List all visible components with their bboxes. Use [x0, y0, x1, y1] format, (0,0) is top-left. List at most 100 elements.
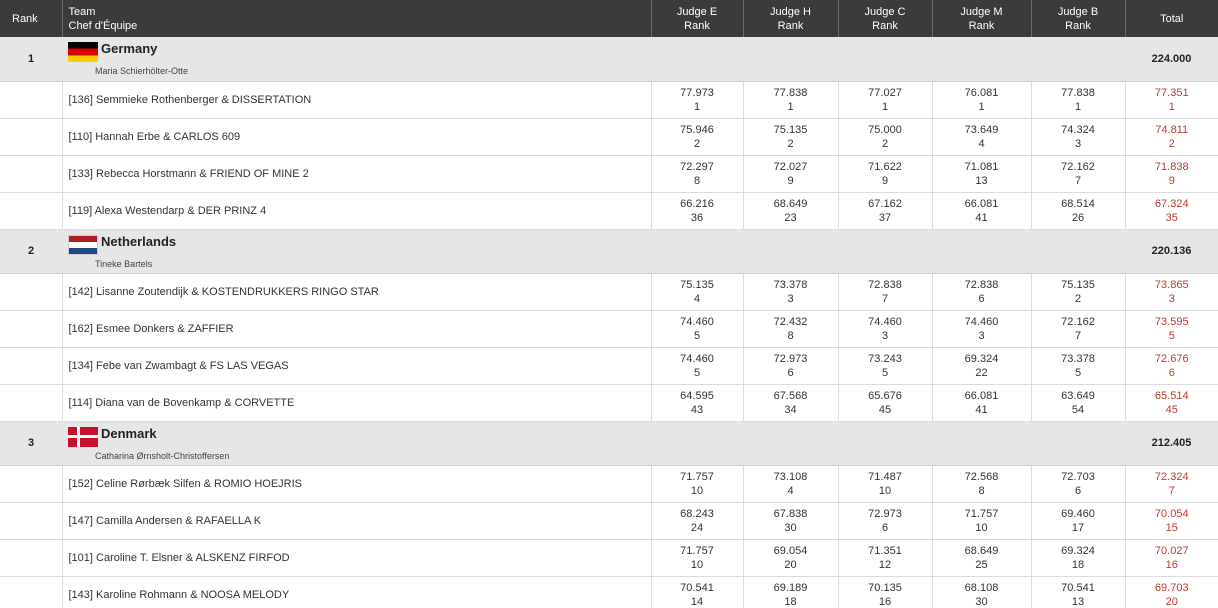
rider-row[interactable]: [152] Celine Rørbæk Silfen & ROMIO HOEJR…	[0, 465, 1218, 503]
header-judge-b-label: Judge B	[1057, 5, 1099, 18]
rider-row[interactable]: [134] Febe van Zwambagt & FS LAS VEGAS 74…	[0, 347, 1218, 385]
judge-rank: 36	[690, 211, 704, 224]
judge-rank: 8	[693, 174, 701, 187]
header-chef-label: Chef d'Équipe	[68, 19, 138, 32]
judge-score: 74.460	[964, 315, 999, 328]
rider-total-cell: 70.027 16	[1125, 539, 1218, 577]
results-body: 1 Germany Maria Schierhölter-Otte 224.000 [1…	[0, 37, 1218, 608]
judge-rank: 10	[690, 484, 704, 497]
header-judge-b[interactable]: Judge B Rank	[1031, 0, 1126, 37]
rider-total-score: 69.703	[1154, 581, 1189, 594]
team-country[interactable]: Denmark	[101, 426, 157, 442]
judge-score: 71.622	[868, 160, 902, 173]
judge-score-cell: 64.595 43	[651, 384, 744, 422]
rider-name[interactable]: [134] Febe van Zwambagt & FS LAS VEGAS	[62, 347, 652, 385]
team-chef: Maria Schierhölter-Otte	[95, 66, 189, 77]
judge-rank: 5	[881, 366, 889, 379]
rider-name[interactable]: [101] Caroline T. Elsner & ALSKENZ FIRFO…	[62, 539, 652, 577]
judge-score-cell: 70.135 16	[838, 576, 933, 608]
rider-row[interactable]: [119] Alexa Westendarp & DER PRINZ 4 66.2…	[0, 192, 1218, 230]
rider-row[interactable]: [162] Esmee Donkers & ZAFFIER 74.460 5 72.4…	[0, 310, 1218, 348]
header-judge-h-label: Judge H	[770, 5, 811, 18]
rider-total-cell: 70.054 15	[1125, 502, 1218, 540]
rider-total-rank: 9	[1168, 174, 1175, 187]
judge-rank: 9	[787, 174, 794, 187]
header-judge-c[interactable]: Judge C Rank	[838, 0, 933, 37]
team-row[interactable]: 1 Germany Maria Schierhölter-Otte 224.000	[0, 37, 1218, 82]
judge-score-cell: 72.838 7	[838, 273, 933, 311]
judge-score-cell: 68.649 23	[743, 192, 839, 230]
rider-name[interactable]: [133] Rebecca Horstmann & FRIEND OF MINE…	[62, 155, 652, 193]
judge-score: 72.838	[964, 278, 999, 291]
judge-score: 75.135	[773, 123, 808, 136]
judge-score: 74.324	[1061, 123, 1095, 136]
judge-score: 73.243	[868, 352, 902, 365]
rider-name[interactable]: [143] Karoline Rohmann & NOOSA MELODY	[62, 576, 652, 608]
rider-row[interactable]: [143] Karoline Rohmann & NOOSA MELODY 70.…	[0, 576, 1218, 608]
header-judge-b-rank: Rank	[1065, 19, 1091, 32]
judge-score-cell: 68.108 30	[932, 576, 1032, 608]
judge-score: 75.135	[680, 278, 714, 291]
team-rank: 1	[0, 37, 62, 82]
judge-score-cell: 72.973 6	[743, 347, 839, 385]
team-country[interactable]: Germany	[101, 41, 157, 57]
judge-rank: 4	[787, 484, 794, 497]
judge-score-cell: 74.460 5	[651, 310, 744, 348]
rider-name[interactable]: [110] Hannah Erbe & CARLOS 609	[62, 118, 652, 156]
rider-name[interactable]: [147] Camilla Andersen & RAFAELLA K	[62, 502, 652, 540]
team-row[interactable]: 2 Netherlands Tineke Bartels 220.136	[0, 229, 1218, 274]
judge-rank: 7	[881, 292, 889, 305]
team-chef: Catharina Ørnsholt-Christoffersen	[95, 450, 230, 461]
team-country[interactable]: Netherlands	[101, 234, 176, 250]
header-judge-e[interactable]: Judge E Rank	[651, 0, 744, 37]
judge-score-cell: 74.324 3	[1031, 118, 1126, 156]
rider-row[interactable]: [147] Camilla Andersen & RAFAELLA K 68.24…	[0, 502, 1218, 540]
judge-score-cell: 69.054 20	[743, 539, 839, 577]
judge-score: 69.189	[773, 581, 808, 594]
judge-score-cell: 77.838 1	[1031, 81, 1126, 119]
rider-total-rank: 3	[1168, 292, 1175, 305]
rider-name[interactable]: [152] Celine Rørbæk Silfen & ROMIO HOEJR…	[62, 465, 652, 503]
judge-score: 77.027	[868, 86, 902, 99]
rider-row[interactable]: [114] Diana van de Bovenkamp & CORVETTE 6…	[0, 384, 1218, 422]
rider-name[interactable]: [162] Esmee Donkers & ZAFFIER	[62, 310, 652, 348]
team-rank: 3	[0, 421, 62, 466]
team-row[interactable]: 3 Denmark Catharina Ørnsholt-Christofferse…	[0, 421, 1218, 466]
judge-score-cell: 70.541 14	[651, 576, 744, 608]
judge-score-cell: 67.568 34	[743, 384, 839, 422]
judge-score: 75.000	[868, 123, 902, 136]
header-total[interactable]: Total	[1125, 0, 1218, 37]
rider-name[interactable]: [114] Diana van de Bovenkamp & CORVETTE	[62, 384, 652, 422]
judge-score-cell: 71.351 12	[838, 539, 933, 577]
judge-score: 73.378	[773, 278, 808, 291]
header-judge-h[interactable]: Judge H Rank	[743, 0, 839, 37]
flag-nl-icon	[68, 234, 98, 255]
judge-score: 74.460	[680, 315, 714, 328]
rider-total-cell: 69.703 20	[1125, 576, 1218, 608]
rider-rank-cell	[0, 273, 63, 311]
judge-score-cell: 71.757 10	[651, 465, 744, 503]
judge-score: 72.568	[964, 470, 999, 483]
rider-row[interactable]: [142] Lisanne Zoutendijk & KOSTENDRUKKER…	[0, 273, 1218, 311]
header-team[interactable]: Team Chef d'Équipe	[62, 0, 652, 37]
judge-score-cell: 66.081 41	[932, 192, 1032, 230]
rider-name[interactable]: [136] Semmieke Rothenberger & DISSERTATI…	[62, 81, 652, 119]
judge-rank: 13	[1071, 595, 1085, 608]
rider-name[interactable]: [142] Lisanne Zoutendijk & KOSTENDRUKKER…	[62, 273, 652, 311]
judge-score-cell: 72.027 9	[743, 155, 839, 193]
judge-rank: 16	[878, 595, 892, 608]
rider-name[interactable]: [119] Alexa Westendarp & DER PRINZ 4	[62, 192, 652, 230]
rider-total-score: 74.811	[1155, 123, 1189, 136]
rider-row[interactable]: [110] Hannah Erbe & CARLOS 609 75.946 2 75.…	[0, 118, 1218, 156]
rider-row[interactable]: [136] Semmieke Rothenberger & DISSERTATI…	[0, 81, 1218, 119]
rider-rank-cell	[0, 465, 63, 503]
judge-score: 75.946	[680, 123, 714, 136]
header-judge-m-rank: Rank	[968, 19, 995, 32]
header-judge-m[interactable]: Judge M Rank	[932, 0, 1032, 37]
judge-score: 76.081	[964, 86, 999, 99]
rider-row[interactable]: [101] Caroline T. Elsner & ALSKENZ FIRFO…	[0, 539, 1218, 577]
judge-rank: 1	[978, 100, 985, 113]
rider-row[interactable]: [133] Rebecca Horstmann & FRIEND OF MINE…	[0, 155, 1218, 193]
header-rank[interactable]: Rank	[0, 0, 63, 37]
flag-de-icon	[68, 42, 98, 63]
